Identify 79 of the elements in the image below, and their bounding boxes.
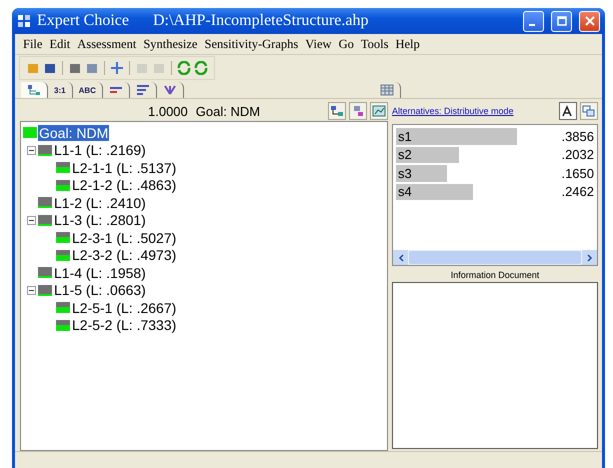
node-icon	[38, 267, 52, 278]
info-title: Information Document	[450, 269, 540, 282]
alternative-value: .1650	[561, 166, 594, 181]
goal-name: Goal: NDM	[196, 104, 260, 118]
chart-button[interactable]	[370, 102, 388, 120]
node-icon	[38, 197, 52, 208]
tree-view-button[interactable]	[328, 102, 346, 120]
menu-item[interactable]: View	[305, 37, 332, 52]
tree-node[interactable]: L1-3 (L: .2801)	[53, 212, 147, 228]
grid-icon	[380, 84, 394, 96]
app-icon	[17, 14, 31, 28]
window-button[interactable]	[580, 102, 598, 120]
windows-icon	[582, 105, 596, 117]
goal-priority: 1.0000	[148, 104, 188, 118]
fork-icon	[162, 84, 177, 96]
tree-node[interactable]: L2-1-2 (L: .4863)	[71, 177, 178, 194]
alternative-name: s3	[397, 166, 412, 181]
node-icon	[38, 144, 52, 156]
tree-node[interactable]: L2-5-1 (L: .2667)	[71, 300, 178, 316]
tree-node[interactable]: L2-5-2 (L: .7333)	[71, 317, 178, 334]
file-path: D:\AHP-IncompleteStructure.ahp	[152, 12, 368, 30]
node-icon	[23, 127, 37, 138]
collapse-icon[interactable]	[27, 216, 36, 225]
maximize-button[interactable]	[551, 10, 572, 32]
tree-icon	[330, 105, 344, 117]
node-icon	[56, 250, 70, 261]
menu-item[interactable]: Sensitivity-Graphs	[204, 37, 298, 52]
tree-node[interactable]: L2-1-1 (L: .5137)	[71, 160, 178, 176]
node-icon	[56, 320, 70, 331]
maximize-icon	[556, 16, 566, 26]
scroll-right-icon	[586, 254, 592, 262]
menu-item[interactable]: Assessment	[77, 37, 136, 52]
menu-item[interactable]: Go	[338, 37, 354, 52]
collapse-icon[interactable]	[27, 146, 36, 155]
alternatives-link[interactable]: Alternatives: Distributive mode	[392, 106, 514, 116]
node-icon	[351, 105, 365, 117]
node-button[interactable]	[349, 102, 367, 120]
alternative-value: .2462	[561, 184, 594, 200]
node-icon	[38, 214, 52, 226]
alternative-value: .2032	[561, 147, 594, 162]
scroll-left-icon	[398, 254, 404, 262]
node-icon	[56, 162, 70, 174]
node-icon	[56, 302, 70, 314]
tree-node[interactable]: L1-2 (L: .2410)	[53, 194, 147, 211]
menu-item[interactable]: Help	[395, 37, 420, 52]
tree-node[interactable]: L2-3-1 (L: .5027)	[71, 230, 178, 246]
bar-chart-icon	[108, 84, 123, 96]
tree-node[interactable]: L1-4 (L: .1958)	[53, 264, 147, 281]
window-title: Expert Choice	[37, 12, 129, 30]
horizontal-scrollbar[interactable]	[393, 250, 597, 265]
node-icon	[56, 180, 70, 191]
alternative-value: .3856	[561, 128, 594, 144]
cycle-icon[interactable]	[177, 61, 191, 75]
cycle-icon[interactable]	[194, 61, 208, 75]
alternative-name: s1	[397, 128, 412, 144]
minimize-button[interactable]	[523, 10, 544, 32]
collapse-icon[interactable]	[27, 286, 36, 295]
line-chart-icon	[372, 105, 386, 117]
close-icon	[584, 16, 594, 26]
information-document[interactable]	[392, 282, 598, 449]
font-button[interactable]	[559, 102, 577, 120]
alternative-name: s4	[397, 184, 412, 200]
tree-node[interactable]: L2-3-2 (L: .4973)	[71, 247, 178, 264]
node-icon	[38, 284, 52, 296]
menu-item[interactable]: File	[23, 37, 42, 52]
tree-node[interactable]: L1-5 (L: .0663)	[53, 282, 147, 298]
alternative-name: s2	[397, 147, 412, 162]
menu-item[interactable]: Synthesize	[143, 37, 198, 52]
node-icon	[56, 232, 70, 244]
tree-icon	[27, 84, 41, 96]
menu-item[interactable]: Tools	[360, 37, 388, 52]
align-left-icon	[136, 84, 150, 96]
move-icon[interactable]	[110, 61, 124, 75]
menu-item[interactable]: Edit	[49, 37, 70, 52]
minimize-icon	[529, 24, 535, 26]
close-button[interactable]	[579, 10, 600, 32]
view-tab[interactable]	[21, 82, 48, 98]
tree-node[interactable]: Goal: NDM	[38, 124, 110, 141]
tree-node[interactable]: L1-1 (L: .2169)	[53, 142, 147, 158]
